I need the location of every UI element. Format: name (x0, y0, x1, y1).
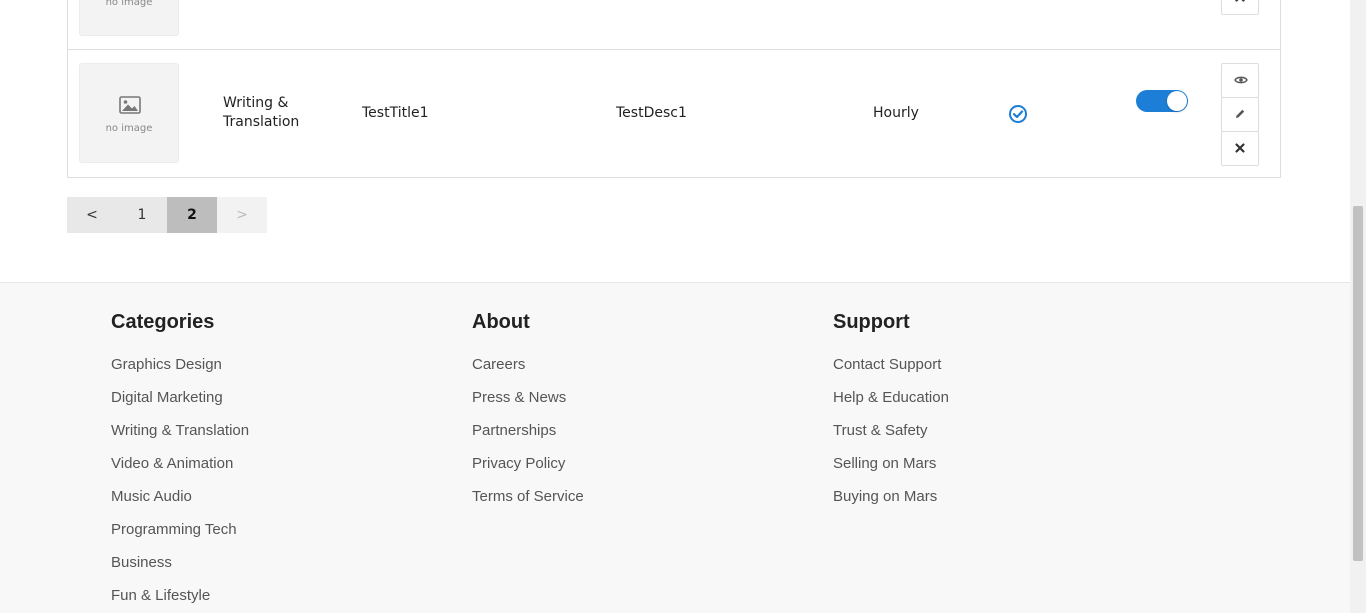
footer-link[interactable]: Fun & Lifestyle (111, 579, 249, 612)
image-icon (119, 96, 141, 114)
footer-link[interactable]: Careers (472, 348, 584, 381)
active-toggle[interactable] (1136, 90, 1188, 112)
footer-heading: Support (833, 311, 910, 333)
page-button-2[interactable]: 2 (167, 197, 217, 233)
listing-title: TestTitle1 (362, 105, 429, 121)
footer-link[interactable]: Contact Support (833, 348, 949, 381)
edit-button[interactable] (1221, 97, 1259, 132)
no-image-caption: no image (105, 0, 153, 8)
footer-link[interactable]: Selling on Mars (833, 447, 949, 480)
pagination: < 1 2 > (67, 197, 267, 233)
listing-thumbnail: no image (79, 63, 179, 163)
row-actions (1221, 0, 1259, 15)
no-image-caption: no image (105, 123, 153, 134)
check-circle-icon (1009, 105, 1027, 123)
table-row: no image Writing & Translation TestTitle… (68, 50, 1280, 177)
footer-link[interactable]: Buying on Mars (833, 480, 949, 513)
vertical-scrollbar[interactable] (1350, 0, 1366, 613)
footer-link[interactable]: Terms of Service (472, 480, 584, 513)
footer-heading: About (472, 311, 530, 333)
close-icon (1235, 143, 1245, 153)
footer-link[interactable]: Help & Education (833, 381, 949, 414)
pencil-icon (1236, 109, 1245, 118)
delete-button[interactable] (1221, 0, 1259, 15)
page-button-1[interactable]: 1 (117, 197, 167, 233)
toggle-knob (1167, 91, 1187, 111)
eye-icon (1234, 76, 1248, 84)
scrollbar-thumb[interactable] (1353, 206, 1363, 561)
listing-category: Writing & Translation (223, 95, 300, 130)
footer-link[interactable]: Programming Tech (111, 513, 249, 546)
footer-support: Support Contact Support Help & Education… (833, 311, 949, 513)
view-button[interactable] (1221, 63, 1259, 98)
listing-thumbnail: no image (79, 0, 179, 36)
footer-link[interactable]: Graphics Design (111, 348, 249, 381)
footer-link[interactable]: Partnerships (472, 414, 584, 447)
footer-heading: Categories (111, 311, 215, 333)
close-icon (1235, 0, 1245, 2)
footer-link[interactable]: Music Audio (111, 480, 249, 513)
footer-categories: Categories Graphics Design Digital Marke… (111, 311, 249, 612)
footer-link[interactable]: Press & News (472, 381, 584, 414)
footer-link[interactable]: Digital Marketing (111, 381, 249, 414)
table-row: no image (68, 0, 1280, 50)
footer-link[interactable]: Trust & Safety (833, 414, 949, 447)
footer-link[interactable]: Writing & Translation (111, 414, 249, 447)
next-page-button[interactable]: > (217, 197, 267, 233)
footer-link[interactable]: Business (111, 546, 249, 579)
listing-description: TestDesc1 (616, 105, 687, 121)
footer-link[interactable]: Privacy Policy (472, 447, 584, 480)
footer-link[interactable]: Video & Animation (111, 447, 249, 480)
footer-about: About Careers Press & News Partnerships … (472, 311, 584, 513)
site-footer: Categories Graphics Design Digital Marke… (0, 282, 1350, 613)
listing-table: no image no image Writing & Translation … (67, 0, 1281, 178)
prev-page-button[interactable]: < (67, 197, 117, 233)
listing-type: Hourly (873, 105, 919, 121)
row-actions (1221, 63, 1259, 166)
delete-button[interactable] (1221, 131, 1259, 166)
